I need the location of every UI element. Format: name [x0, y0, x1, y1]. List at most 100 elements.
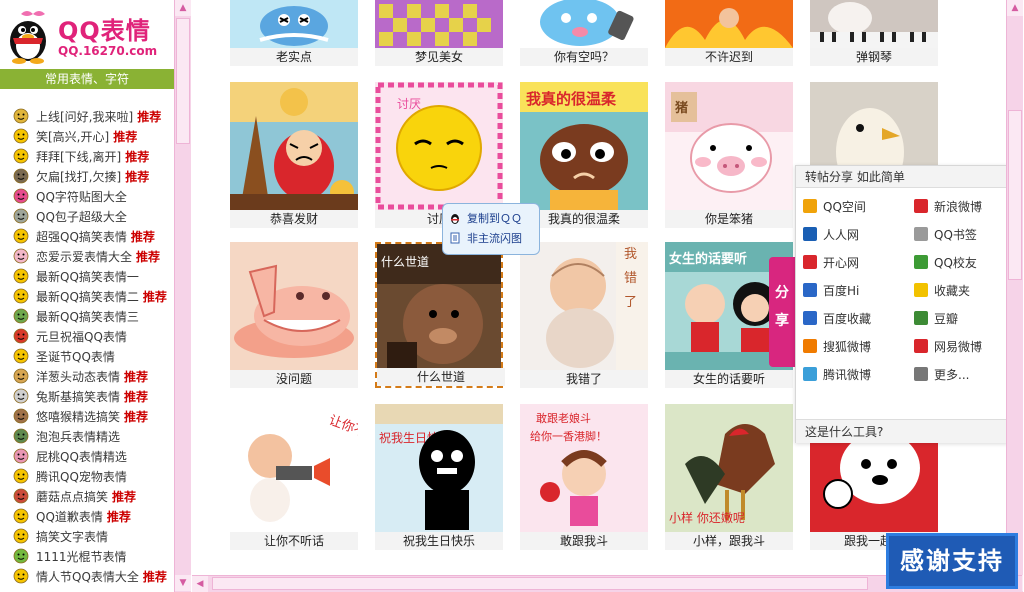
share-tab[interactable]: 分享 [769, 257, 795, 367]
sidebar-item[interactable]: 笑[高兴,开心] 推荐 [0, 126, 174, 146]
emoticon-caption[interactable]: 让你不听话 [230, 532, 358, 550]
emoticon-image[interactable]: 敢跟老娘斗 给你一香港脚！ [520, 404, 648, 532]
emoticon-card[interactable]: 小样 你还嫩呢 小样，跟我斗 [665, 404, 793, 550]
sidebar-item-link[interactable]: 最新QQ搞笑表情二 [36, 288, 139, 305]
sidebar-item[interactable]: 洋葱头动态表情 推荐 [0, 366, 174, 386]
share-item[interactable]: 腾讯微博 [803, 364, 903, 384]
flash-image-link[interactable]: 非主流闪图 [449, 228, 533, 248]
sidebar-item[interactable]: 兔斯基搞笑表情 推荐 [0, 386, 174, 406]
emoticon-image[interactable] [230, 242, 358, 370]
emoticon-caption[interactable]: 老实点 [230, 48, 358, 66]
emoticon-card[interactable]: 老实点 [230, 0, 358, 66]
emoticon-card[interactable]: 猪 你是笨猪 [665, 82, 793, 228]
sidebar-item[interactable]: QQ道歉表情 推荐 [0, 506, 174, 526]
sidebar-item[interactable]: 恋爱示爱表情大全 推荐 [0, 246, 174, 266]
sidebar-item[interactable]: 腾讯QQ宠物表情 [0, 466, 174, 486]
emoticon-image[interactable]: 讨厌 [375, 82, 503, 210]
emoticon-image[interactable] [230, 82, 358, 210]
scroll-thumb[interactable] [1008, 110, 1022, 280]
emoticon-caption[interactable]: 我错了 [520, 370, 648, 388]
sidebar-item[interactable]: QQ字符贴图大全 [0, 186, 174, 206]
sidebar-item-link[interactable]: 1111光棍节表情 [36, 548, 127, 565]
emoticon-card[interactable]: 祝我生日快乐 祝我生日快乐 [375, 404, 503, 550]
sidebar-item[interactable]: 搞笑文字表情 [0, 526, 174, 546]
sidebar-item-link[interactable]: 屁桃QQ表情精选 [36, 448, 127, 465]
sidebar-item[interactable]: 拜拜[下线,离开] 推荐 [0, 146, 174, 166]
sidebar-item-link[interactable]: 欠扁[找打,欠揍] [36, 168, 121, 185]
share-item[interactable]: QQ书签 [914, 224, 1014, 244]
sidebar-item-link[interactable]: 搞笑文字表情 [36, 528, 108, 545]
emoticon-card[interactable]: 我错了 我错了 [520, 242, 648, 388]
share-item[interactable]: 搜狐微博 [803, 336, 903, 356]
scroll-thumb[interactable] [176, 18, 190, 144]
emoticon-image[interactable]: 祝我生日快乐 [375, 404, 503, 532]
share-item[interactable]: 百度收藏 [803, 308, 903, 328]
share-item[interactable]: QQ校友 [914, 252, 1014, 272]
emoticon-image[interactable]: 小样 你还嫩呢 [665, 404, 793, 532]
main-scrollbar[interactable]: ▲ ▼ [1006, 0, 1023, 592]
sidebar-item[interactable]: 最新QQ搞笑表情三 [0, 306, 174, 326]
sidebar-item-link[interactable]: QQ包子超级大全 [36, 208, 127, 225]
share-item[interactable]: 网易微博 [914, 336, 1014, 356]
emoticon-card[interactable]: 恭喜发财 [230, 82, 358, 228]
sidebar-item-link[interactable]: 笑[高兴,开心] [36, 128, 109, 145]
sidebar-item-link[interactable]: QQ道歉表情 [36, 508, 103, 525]
sidebar-item[interactable]: 最新QQ搞笑表情一 [0, 266, 174, 286]
sidebar-item-link[interactable]: 兔斯基搞笑表情 [36, 388, 120, 405]
emoticon-image[interactable]: 我真的很温柔 [520, 82, 648, 210]
sidebar-item-link[interactable]: 情人节QQ表情大全 [36, 568, 139, 585]
emoticon-image[interactable]: 什么世道 [377, 244, 501, 368]
emoticon-caption[interactable]: 敢跟我斗 [520, 532, 648, 550]
site-logo[interactable]: QQ表情 QQ.16270.com [0, 0, 174, 68]
thanks-badge[interactable]: 感谢支持 [886, 533, 1018, 589]
emoticon-caption[interactable]: 恭喜发财 [230, 210, 358, 228]
emoticon-caption[interactable]: 祝我生日快乐 [375, 532, 503, 550]
share-item[interactable]: QQ空间 [803, 196, 903, 216]
scroll-down-arrow[interactable]: ▼ [175, 575, 191, 591]
emoticon-image[interactable] [375, 0, 503, 48]
sidebar-item-link[interactable]: 恋爱示爱表情大全 [36, 248, 132, 265]
sidebar-item-link[interactable]: 最新QQ搞笑表情一 [36, 268, 139, 285]
share-item[interactable]: 开心网 [803, 252, 903, 272]
sidebar-item-link[interactable]: 悠嘻猴精选搞笑 [36, 408, 120, 425]
emoticon-caption[interactable]: 什么世道 [377, 368, 505, 386]
sidebar-item-link[interactable]: 拜拜[下线,离开] [36, 148, 121, 165]
emoticon-card[interactable]: 敢跟老娘斗 给你一香港脚！ 敢跟我斗 [520, 404, 648, 550]
sidebar-item-link[interactable]: 最新QQ搞笑表情三 [36, 308, 139, 325]
sidebar-item[interactable]: 元旦祝福QQ表情 [0, 326, 174, 346]
emoticon-image[interactable] [810, 0, 938, 48]
emoticon-card[interactable]: 梦见美女 [375, 0, 503, 66]
sidebar-item[interactable]: QQ包子超级大全 [0, 206, 174, 226]
emoticon-card[interactable]: 让你不听话 让你不听话 [230, 404, 358, 550]
emoticon-caption[interactable]: 女生的话要听 [665, 370, 793, 388]
sidebar-item-link[interactable]: 蘑菇点点搞笑 [36, 488, 108, 505]
scroll-thumb[interactable] [212, 577, 868, 590]
sidebar-item-link[interactable]: 元旦祝福QQ表情 [36, 328, 127, 345]
emoticon-image[interactable]: 让你不听话 [230, 404, 358, 532]
sidebar-item-link[interactable]: 上线[问好,我来啦] [36, 108, 133, 125]
emoticon-caption[interactable]: 你是笨猪 [665, 210, 793, 228]
sidebar-item[interactable]: 最新QQ搞笑表情二 推荐 [0, 286, 174, 306]
scroll-up-arrow[interactable]: ▲ [175, 0, 191, 16]
emoticon-image[interactable] [520, 0, 648, 48]
sidebar-item[interactable]: 屁桃QQ表情精选 [0, 446, 174, 466]
emoticon-image[interactable]: 我错了 [520, 242, 648, 370]
share-item[interactable]: 新浪微博 [914, 196, 1014, 216]
emoticon-caption[interactable]: 你有空吗？ [520, 48, 648, 66]
emoticon-card[interactable]: 没问题 [230, 242, 358, 388]
share-item[interactable]: 豆瓣 [914, 308, 1014, 328]
scroll-up-arrow[interactable]: ▲ [1007, 0, 1023, 16]
emoticon-image[interactable] [665, 0, 793, 48]
emoticon-caption[interactable]: 小样，跟我斗 [665, 532, 793, 550]
sidebar-item[interactable]: 情人节QQ表情大全 推荐 [0, 566, 174, 586]
emoticon-card[interactable]: 什么世道 什么世道 [375, 242, 505, 388]
sidebar-item[interactable]: 悠嘻猴精选搞笑 推荐 [0, 406, 174, 426]
sidebar-item-link[interactable]: 洋葱头动态表情 [36, 368, 120, 385]
emoticon-caption[interactable]: 弹钢琴 [810, 48, 938, 66]
share-item[interactable]: 更多... [914, 364, 1014, 384]
emoticon-card[interactable]: 不许迟到 [665, 0, 793, 66]
emoticon-caption[interactable]: 梦见美女 [375, 48, 503, 66]
share-item[interactable]: 百度Hi [803, 280, 903, 300]
sidebar-item-link[interactable]: 圣诞节QQ表情 [36, 348, 115, 365]
emoticon-image[interactable] [230, 0, 358, 48]
